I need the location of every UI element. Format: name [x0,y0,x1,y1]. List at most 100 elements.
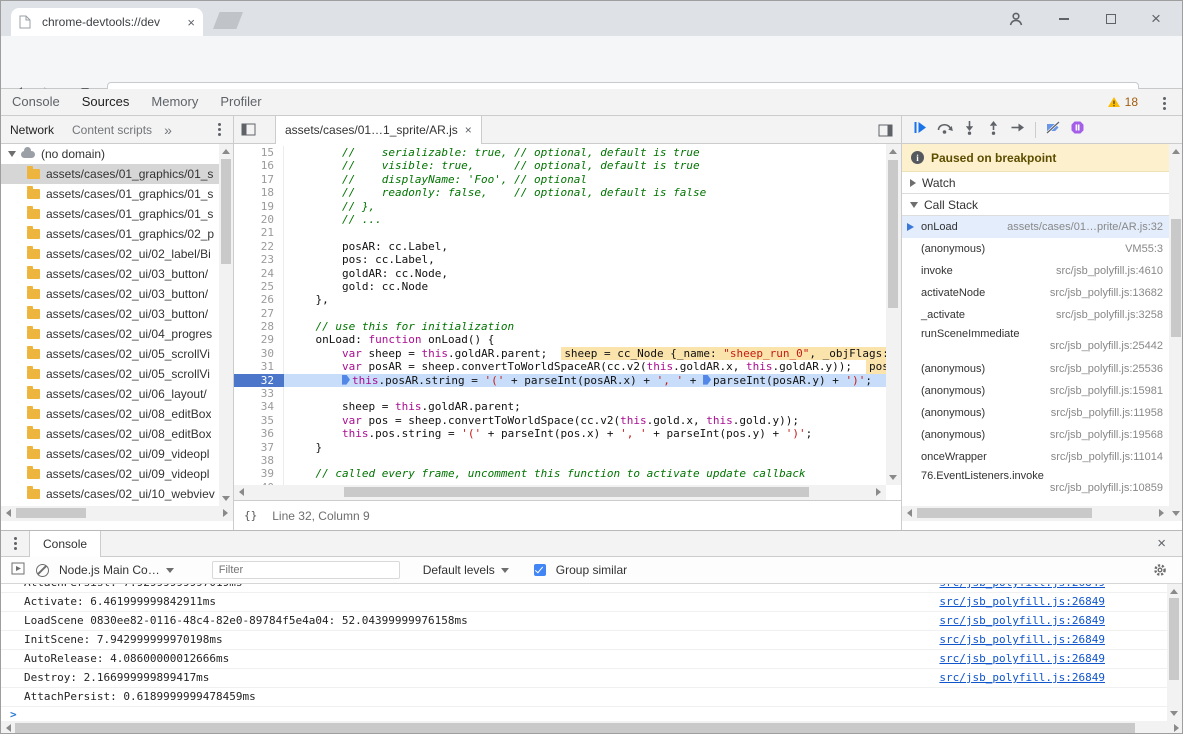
line-number[interactable]: 24 [234,267,284,280]
tree-item[interactable]: assets/cases/02_ui/05_scrollVi [1,364,232,384]
tree-item[interactable]: assets/cases/01_graphics/01_s [1,184,232,204]
log-levels-selector[interactable]: Default levels [423,563,509,577]
line-number[interactable]: 15 [234,146,284,159]
console-message-link[interactable]: src/jsb_polyfill.js:26849 [939,612,1105,630]
console-prompt-row[interactable]: > [1,707,1167,721]
step-into-button[interactable] [962,120,977,140]
step-over-button[interactable] [936,120,953,140]
code-line-text[interactable] [284,454,886,467]
code-area[interactable]: 15 // serializable: true, // optional, d… [234,144,886,485]
navigator-horizontal-scrollbar[interactable] [1,506,233,521]
console-message-link[interactable]: src/jsb_polyfill.js:26849 [939,584,1105,592]
navigator-vertical-scrollbar[interactable] [219,144,233,506]
code-line-text[interactable] [284,307,886,320]
tree-item[interactable]: assets/cases/02_ui/08_editBox [1,424,232,444]
line-number[interactable]: 30 [234,347,284,360]
code-line-text[interactable]: sheep = this.goldAR.parent; [284,400,886,413]
deactivate-breakpoints-button[interactable] [1045,120,1061,140]
console-horizontal-scrollbar[interactable] [1,721,1183,734]
drawer-close-icon[interactable]: × [1157,535,1166,552]
line-number[interactable]: 38 [234,454,284,467]
code-line-text[interactable]: // serializable: true, // optional, defa… [284,146,886,159]
step-button[interactable] [1010,120,1026,140]
tree-root-domain[interactable]: (no domain) [1,144,232,164]
panel-divider-right[interactable] [901,116,902,530]
line-number[interactable]: 36 [234,427,284,440]
code-line-text[interactable]: goldAR: cc.Node, [284,267,886,280]
tree-item[interactable]: assets/cases/02_ui/09_videopl [1,444,232,464]
console-vertical-scrollbar[interactable] [1167,584,1182,721]
code-line-text[interactable]: // visible: true, // optional, default i… [284,159,886,172]
inline-breakpoint-marker[interactable] [703,375,711,385]
code-line-text[interactable]: this.pos.string = '(' + parseInt(pos.x) … [284,427,886,440]
window-close-button[interactable]: × [1133,1,1179,36]
tab-close-icon[interactable]: × [187,15,195,30]
code-line-text[interactable]: // called every frame, uncomment this fu… [284,467,886,480]
code-line-text[interactable]: gold: cc.Node [284,280,886,293]
code-line-text[interactable]: // use this for initialization [284,320,886,333]
line-number[interactable]: 20 [234,213,284,226]
pretty-print-button[interactable]: {} [244,509,257,522]
devtools-menu-kebab-icon[interactable] [1163,102,1166,105]
code-line-text[interactable]: var pos = sheep.convertToWorldSpace(cc.v… [284,414,886,427]
console-message-link[interactable]: src/jsb_polyfill.js:26849 [939,593,1105,611]
code-line-text[interactable]: // displayName: 'Foo', // optional [284,173,886,186]
tree-item[interactable]: assets/cases/02_ui/05_scrollVi [1,344,232,364]
call-stack-frame[interactable]: 76.EventListeners.invokesrc/jsb_polyfill… [902,468,1169,500]
call-stack-frame[interactable]: (anonymous)src/jsb_polyfill.js:19568 [902,424,1169,446]
tab-memory[interactable]: Memory [140,89,209,115]
navigator-kebab-icon[interactable] [218,128,221,131]
call-stack-frame[interactable]: (anonymous)VM55:3 [902,238,1169,260]
drawer-tab-console[interactable]: Console [29,531,101,557]
tree-item[interactable]: assets/cases/01_graphics/02_p [1,224,232,244]
call-stack-frame[interactable]: (anonymous)src/jsb_polyfill.js:15981 [902,380,1169,402]
browser-tab[interactable]: chrome-devtools://dev × [11,8,203,36]
line-number[interactable]: 37 [234,441,284,454]
code-line-text[interactable] [284,226,886,239]
tab-sources[interactable]: Sources [71,89,141,115]
console-prompt-chevron[interactable]: > [10,708,17,721]
tree-item[interactable]: assets/cases/02_ui/03_button/ [1,264,232,284]
tab-network[interactable]: Network [1,123,63,137]
line-number[interactable]: 18 [234,186,284,199]
call-stack-frame[interactable]: activateNodesrc/jsb_polyfill.js:13682 [902,282,1169,304]
pause-on-exceptions-button[interactable] [1070,120,1085,140]
tree-item[interactable]: assets/cases/01_graphics/01_s [1,164,232,184]
line-number[interactable]: 25 [234,280,284,293]
line-number[interactable]: 23 [234,253,284,266]
inline-breakpoint-marker[interactable] [342,375,350,385]
line-number[interactable]: 28 [234,320,284,333]
tab-profiler[interactable]: Profiler [209,89,272,115]
code-line-text[interactable]: this.posAR.string = '(' + parseInt(posAR… [284,374,886,387]
tree-item[interactable]: assets/cases/02_ui/03_button/ [1,284,232,304]
console-message-link[interactable]: src/jsb_polyfill.js:26849 [939,650,1105,668]
call-stack-frame[interactable]: (anonymous)src/jsb_polyfill.js:25536 [902,358,1169,380]
tree-item[interactable]: assets/cases/02_ui/09_videopl [1,464,232,484]
watch-section-header[interactable]: Watch [902,172,1183,194]
code-line-text[interactable]: onLoad: function onLoad() { [284,333,886,346]
drawer-kebab-icon[interactable] [14,542,17,545]
line-number[interactable]: 26 [234,293,284,306]
code-line-text[interactable]: pos: cc.Label, [284,253,886,266]
call-stack-frame[interactable]: onLoadassets/cases/01…prite/AR.js:32 [902,216,1169,238]
line-number[interactable]: 33 [234,387,284,400]
console-message-link[interactable]: src/jsb_polyfill.js:26849 [939,631,1105,649]
code-line-text[interactable]: }, [284,293,886,306]
step-out-button[interactable] [986,120,1001,140]
tab-console[interactable]: Console [1,89,71,115]
tree-item[interactable]: assets/cases/02_ui/04_progres [1,324,232,344]
execution-context-selector[interactable]: Node.js Main Co… [59,563,174,577]
line-number[interactable]: 39 [234,467,284,480]
code-line-text[interactable]: var sheep = this.goldAR.parent;sheep = c… [284,347,886,360]
tree-item[interactable]: assets/cases/02_ui/02_label/Bi [1,244,232,264]
code-line-text[interactable]: posAR: cc.Label, [284,240,886,253]
tree-item[interactable]: assets/cases/02_ui/03_button/ [1,304,232,324]
line-number[interactable]: 22 [234,240,284,253]
call-stack-frame[interactable]: onceWrappersrc/jsb_polyfill.js:11014 [902,446,1169,468]
line-number[interactable]: 27 [234,307,284,320]
new-tab-button[interactable] [213,12,243,29]
console-message-link[interactable]: src/jsb_polyfill.js:26849 [939,669,1105,687]
code-line-text[interactable] [284,387,886,400]
call-stack-frame[interactable]: runSceneImmediatesrc/jsb_polyfill.js:254… [902,326,1169,358]
more-tabs-chevrons[interactable]: » [161,122,175,138]
